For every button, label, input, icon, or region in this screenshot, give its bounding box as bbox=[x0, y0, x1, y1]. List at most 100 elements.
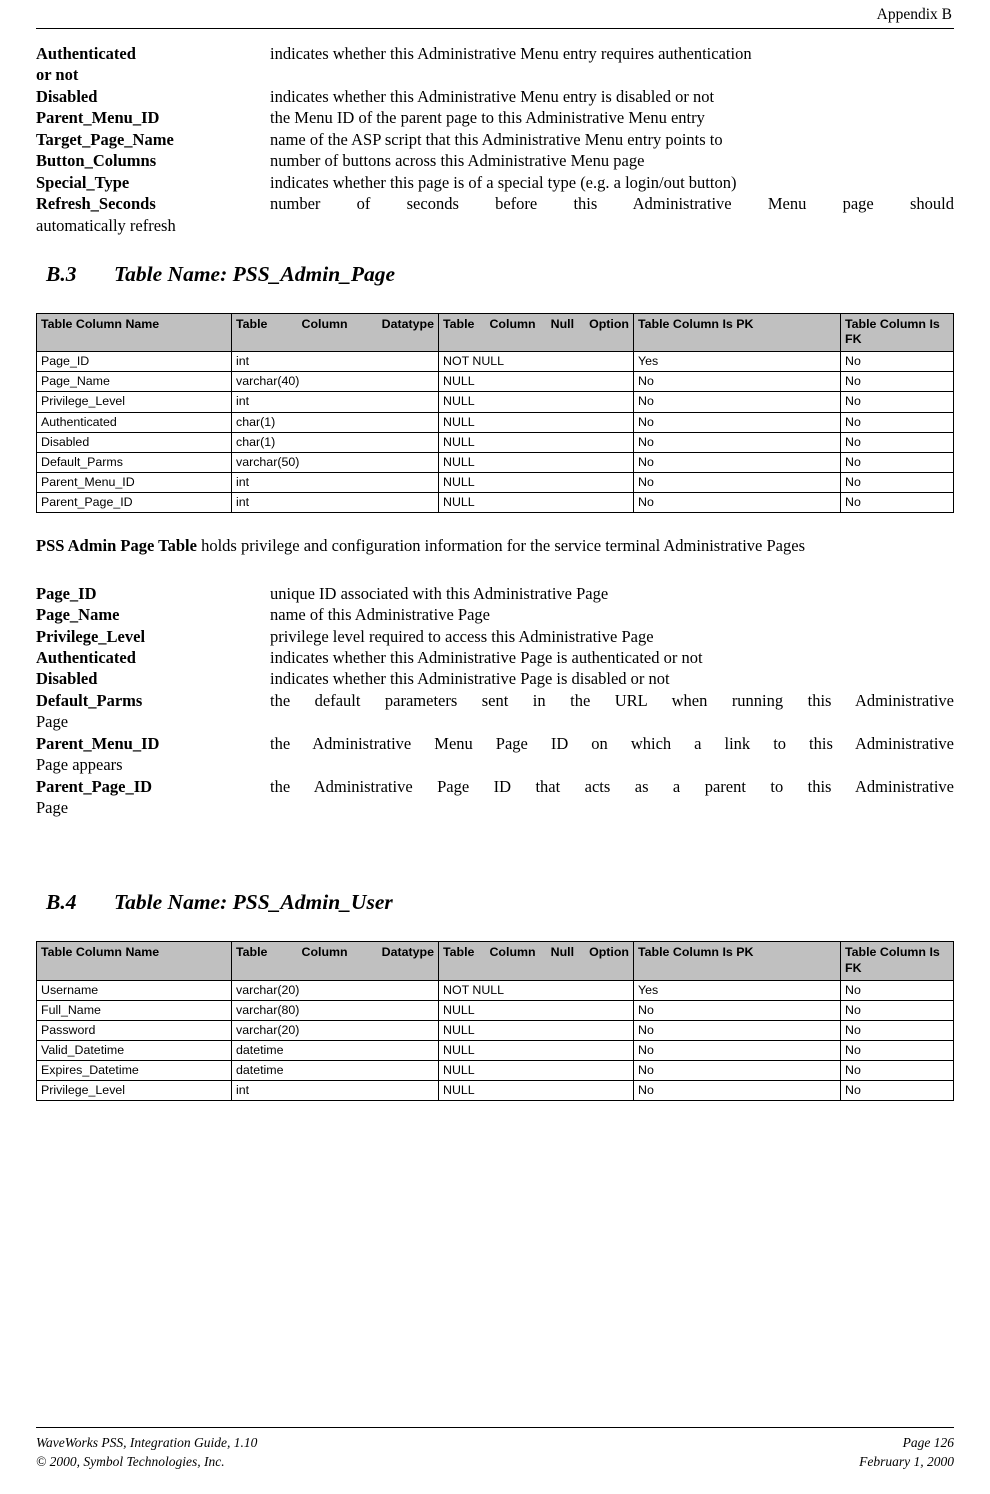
cell-is-fk: No bbox=[840, 492, 954, 514]
section-heading-b4: B.4 Table Name: PSS_Admin_User bbox=[36, 890, 954, 915]
definition-row: Privilege_Level privilege level required… bbox=[36, 626, 954, 647]
cell-column-name: Disabled bbox=[36, 431, 232, 453]
cell-is-pk: No bbox=[633, 999, 841, 1021]
page-body: Authenticated indicates whether this Adm… bbox=[36, 29, 954, 1102]
cell-is-fk: No bbox=[840, 471, 954, 494]
table-row: Parent_Menu_ID int NULL No No bbox=[36, 471, 954, 494]
cell-datatype: int bbox=[231, 351, 439, 373]
cell-is-fk: No bbox=[840, 431, 954, 453]
cell-is-pk: No bbox=[633, 1040, 841, 1062]
definition-description: the default parameters sent in the URL w… bbox=[270, 690, 954, 710]
definition-row: Authenticated indicates whether this Adm… bbox=[36, 43, 954, 64]
definition-term: Parent_Page_ID bbox=[36, 776, 153, 796]
definition-description: indicates whether this page is of a spec… bbox=[270, 172, 737, 192]
definition-description-continuation: automatically refresh bbox=[36, 215, 176, 235]
definition-row: Button_Columns number of buttons across … bbox=[36, 150, 954, 171]
definition-list-page-2: Parent_Menu_ID the Administrative Menu P… bbox=[36, 733, 954, 754]
cell-is-pk: No bbox=[633, 431, 841, 453]
table-pss-admin-user: Table Column Name Table Column Datatype … bbox=[36, 941, 954, 1102]
definition-row: Disabled indicates whether this Administ… bbox=[36, 668, 954, 689]
section-heading-b3: B.3 Table Name: PSS_Admin_Page bbox=[36, 262, 954, 287]
cell-is-fk: No bbox=[840, 1060, 954, 1082]
column-header-isfk: Table Column Is FK bbox=[840, 941, 954, 981]
cell-null-option: NOT NULL bbox=[438, 979, 634, 1001]
cell-column-name: Username bbox=[36, 979, 232, 1001]
cell-null-option: NULL bbox=[438, 471, 634, 494]
cell-column-name: Full_Name bbox=[36, 999, 232, 1021]
definition-row: Default_Parms the default parameters sen… bbox=[36, 690, 954, 711]
cell-datatype: datetime bbox=[231, 1040, 439, 1062]
definition-description: the Administrative Menu Page ID on which… bbox=[270, 733, 954, 753]
definition-description: indicates whether this Administrative Pa… bbox=[270, 669, 670, 689]
column-header-ispk: Table Column Is PK bbox=[633, 941, 841, 981]
definition-term: Disabled bbox=[36, 669, 98, 689]
footer-line-2: © 2000, Symbol Technologies, Inc. Februa… bbox=[36, 1452, 954, 1472]
page-footer: WaveWorks PSS, Integration Guide, 1.10 P… bbox=[36, 1426, 954, 1472]
cell-column-name: Authenticated bbox=[36, 411, 232, 433]
table-row: Privilege_Level int NULL No No bbox=[36, 1080, 954, 1102]
definition-term: Special_Type bbox=[36, 172, 130, 192]
definition-term: Privilege_Level bbox=[36, 626, 146, 646]
cell-is-pk: No bbox=[633, 391, 841, 413]
cell-is-fk: No bbox=[840, 411, 954, 433]
table-row: Privilege_Level int NULL No No bbox=[36, 391, 954, 413]
cell-null-option: NULL bbox=[438, 371, 634, 393]
cell-datatype: int bbox=[231, 1080, 439, 1102]
table-row: Valid_Datetime datetime NULL No No bbox=[36, 1040, 954, 1062]
paragraph-pss-admin-page-description: PSS Admin Page Table holds privilege and… bbox=[36, 535, 954, 556]
cell-is-fk: No bbox=[840, 979, 954, 1001]
column-header-name: Table Column Name bbox=[36, 312, 232, 353]
cell-is-pk: Yes bbox=[633, 979, 841, 1001]
column-header-ispk: Table Column Is PK bbox=[633, 312, 841, 353]
cell-column-name: Parent_Page_ID bbox=[36, 492, 232, 514]
definition-description-continuation: Page bbox=[36, 798, 69, 817]
cell-is-pk: No bbox=[633, 1080, 841, 1102]
cell-datatype: int bbox=[231, 492, 439, 514]
definition-term: Page_ID bbox=[36, 583, 97, 603]
cell-column-name: Password bbox=[36, 1019, 232, 1042]
cell-datatype: varchar(40) bbox=[231, 371, 439, 393]
cell-null-option: NULL bbox=[438, 999, 634, 1021]
column-header-datatype: Table Column Datatype bbox=[231, 941, 439, 981]
table-header-row: Table Column Name Table Column Datatype … bbox=[36, 312, 954, 353]
cell-null-option: NULL bbox=[438, 451, 634, 473]
cell-datatype: varchar(50) bbox=[231, 451, 439, 473]
definition-row: Disabled indicates whether this Administ… bbox=[36, 86, 954, 107]
cell-null-option: NULL bbox=[438, 411, 634, 433]
cell-is-fk: No bbox=[840, 451, 954, 473]
table-header-row: Table Column Name Table Column Datatype … bbox=[36, 941, 954, 981]
cell-column-name: Valid_Datetime bbox=[36, 1040, 232, 1062]
table-row: Password varchar(20) NULL No No bbox=[36, 1019, 954, 1042]
definition-term: Button_Columns bbox=[36, 151, 157, 171]
definition-description: indicates whether this Administrative Me… bbox=[270, 86, 715, 106]
definition-row-continuation: or not bbox=[36, 64, 954, 85]
cell-null-option: NULL bbox=[438, 391, 634, 413]
table-row: Expires_Datetime datetime NULL No No bbox=[36, 1060, 954, 1082]
definition-description: indicates whether this Administrative Pa… bbox=[270, 647, 703, 667]
definition-row: Page_ID unique ID associated with this A… bbox=[36, 583, 954, 604]
cell-is-fk: No bbox=[840, 391, 954, 413]
definition-list-page: Page_ID unique ID associated with this A… bbox=[36, 583, 954, 712]
definition-description-cont bbox=[270, 64, 954, 85]
definition-description-continuation: Page bbox=[36, 712, 69, 732]
column-header-datatype: Table Column Datatype bbox=[231, 312, 439, 353]
definition-description: number of seconds before this Administra… bbox=[270, 194, 954, 214]
definition-list-page-3: Parent_Page_ID the Administrative Page I… bbox=[36, 776, 954, 797]
cell-is-pk: Yes bbox=[633, 351, 841, 373]
paragraph-rest: holds privilege and configuration inform… bbox=[196, 536, 805, 556]
definition-row: Parent_Menu_ID the Menu ID of the parent… bbox=[36, 107, 954, 128]
definition-description: unique ID associated with this Administr… bbox=[270, 583, 609, 603]
column-header-nulloption: Table Column Null Option bbox=[438, 312, 634, 353]
cell-column-name: Expires_Datetime bbox=[36, 1060, 232, 1082]
section-number: B.4 bbox=[46, 890, 77, 915]
definition-term: Authenticated bbox=[36, 44, 136, 63]
definition-description: the Administrative Page ID that acts as … bbox=[270, 776, 954, 796]
cell-null-option: NOT NULL bbox=[438, 351, 634, 373]
cell-is-pk: No bbox=[633, 471, 841, 494]
definition-description: indicates whether this Administrative Me… bbox=[270, 44, 752, 63]
definition-row: Authenticated indicates whether this Adm… bbox=[36, 647, 954, 668]
definition-row: Special_Type indicates whether this page… bbox=[36, 172, 954, 193]
cell-is-fk: No bbox=[840, 351, 954, 373]
definition-term: Page_Name bbox=[36, 605, 120, 625]
header-title: Appendix B bbox=[876, 6, 952, 23]
